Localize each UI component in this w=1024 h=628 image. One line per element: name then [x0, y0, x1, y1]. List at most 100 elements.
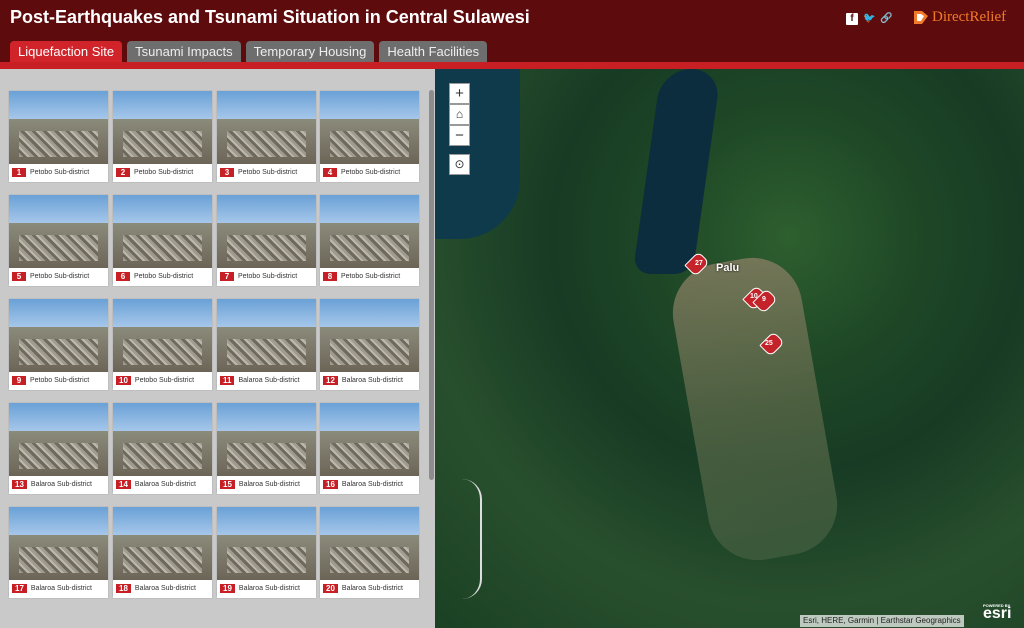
photo-card-15[interactable]: 15 Balaroa Sub-district	[217, 403, 316, 494]
tab-tsunami-impacts[interactable]: Tsunami Impacts	[127, 41, 241, 62]
photo-number-badge: 17	[12, 584, 27, 593]
photo-sky	[9, 91, 108, 121]
photo-location-label: Petobo Sub-district	[134, 273, 194, 280]
coastline	[435, 479, 482, 599]
photo-card-4[interactable]: 4 Petobo Sub-district	[320, 91, 419, 182]
photo-caption: 6 Petobo Sub-district	[116, 272, 193, 281]
map-panel[interactable]: + ⌂ − ⊙ 27 10 9 25 Palu Esri, HERE, Garm…	[435, 69, 1024, 628]
photo-location-label: Petobo Sub-district	[30, 377, 90, 384]
photo-card-8[interactable]: 8 Petobo Sub-district	[320, 195, 419, 286]
photo-sky	[113, 195, 212, 225]
photo-location-label: Balaroa Sub-district	[238, 481, 300, 488]
photo-rubble	[226, 339, 307, 365]
photo-location-label: Balaroa Sub-district	[341, 377, 403, 384]
photo-sky	[320, 299, 419, 329]
photo-location-label: Balaroa Sub-district	[341, 585, 403, 592]
photo-card-18[interactable]: 18 Balaroa Sub-district	[113, 507, 212, 598]
photo-caption: 2 Petobo Sub-district	[116, 168, 193, 177]
photo-rubble	[122, 235, 203, 261]
photo-card-19[interactable]: 19 Balaroa Sub-district	[217, 507, 316, 598]
photo-sky	[217, 507, 316, 537]
photo-thumbnail	[9, 195, 108, 268]
tab-health-facilities[interactable]: Health Facilities	[379, 41, 488, 62]
photo-sky	[217, 91, 316, 121]
palu-bay	[632, 69, 722, 274]
photo-thumbnail	[9, 507, 108, 580]
photo-number-badge: 9	[12, 376, 26, 385]
photo-thumbnail	[217, 507, 316, 580]
photo-card-2[interactable]: 2 Petobo Sub-district	[113, 91, 212, 182]
locate-button[interactable]: ⊙	[449, 154, 470, 175]
zoom-out-button[interactable]: −	[449, 125, 470, 146]
photo-thumbnail	[320, 195, 419, 268]
link-icon[interactable]: 🔗	[880, 13, 892, 25]
photo-card-10[interactable]: 10 Petobo Sub-district	[113, 299, 212, 390]
photo-thumbnail	[320, 403, 419, 476]
twitter-icon[interactable]: 🐦	[863, 13, 875, 25]
photo-location-label: Balaroa Sub-district	[30, 481, 92, 488]
photo-card-14[interactable]: 14 Balaroa Sub-district	[113, 403, 212, 494]
photo-rubble	[329, 131, 410, 157]
photo-card-17[interactable]: 17 Balaroa Sub-district	[9, 507, 108, 598]
photo-rubble	[18, 547, 99, 573]
photo-sky	[9, 195, 108, 225]
photo-rubble	[122, 443, 203, 469]
photo-card-1[interactable]: 1 Petobo Sub-district	[9, 91, 108, 182]
photo-rubble	[226, 131, 307, 157]
home-button[interactable]: ⌂	[449, 104, 470, 125]
photo-card-13[interactable]: 13 Balaroa Sub-district	[9, 403, 108, 494]
page-title: Post-Earthquakes and Tsunami Situation i…	[10, 7, 530, 27]
photo-card-6[interactable]: 6 Petobo Sub-district	[113, 195, 212, 286]
photo-card-3[interactable]: 3 Petobo Sub-district	[217, 91, 316, 182]
social-links: f 🐦 🔗	[846, 13, 892, 25]
photo-sky	[320, 195, 419, 225]
photo-caption: 20 Balaroa Sub-district	[323, 584, 403, 593]
photo-card-16[interactable]: 16 Balaroa Sub-district	[320, 403, 419, 494]
photo-thumbnail	[217, 403, 316, 476]
photo-card-5[interactable]: 5 Petobo Sub-district	[9, 195, 108, 286]
photo-number-badge: 10	[116, 376, 131, 385]
photo-sky	[217, 299, 316, 329]
photo-card-12[interactable]: 12 Balaroa Sub-district	[320, 299, 419, 390]
photo-thumbnail	[320, 507, 419, 580]
photo-number-badge: 16	[323, 480, 338, 489]
photo-number-badge: 8	[323, 272, 337, 281]
photo-rubble	[329, 339, 410, 365]
facebook-icon[interactable]: f	[846, 13, 858, 25]
photo-card-7[interactable]: 7 Petobo Sub-district	[217, 195, 316, 286]
direct-relief-logo[interactable]: DirectRelief	[912, 9, 1006, 26]
photo-thumbnail	[217, 299, 316, 372]
photo-caption: 3 Petobo Sub-district	[220, 168, 297, 177]
photo-rubble	[18, 235, 99, 261]
photo-rubble	[226, 443, 307, 469]
photo-rubble	[329, 547, 410, 573]
tab-temporary-housing[interactable]: Temporary Housing	[245, 41, 375, 62]
photo-caption: 9 Petobo Sub-district	[12, 376, 89, 385]
app-header: Post-Earthquakes and Tsunami Situation i…	[0, 0, 1024, 66]
photo-rubble	[122, 131, 203, 157]
photo-number-badge: 1	[12, 168, 26, 177]
zoom-in-button[interactable]: +	[449, 83, 470, 104]
photo-rubble	[226, 235, 307, 261]
photo-sky	[217, 403, 316, 433]
photo-thumbnail	[113, 91, 212, 164]
photo-number-badge: 20	[323, 584, 338, 593]
photo-card-20[interactable]: 20 Balaroa Sub-district	[320, 507, 419, 598]
photo-rubble	[18, 131, 99, 157]
gallery-scrollbar[interactable]	[429, 90, 434, 480]
photo-caption: 5 Petobo Sub-district	[12, 272, 89, 281]
photo-location-label: Petobo Sub-district	[341, 273, 401, 280]
photo-caption: 18 Balaroa Sub-district	[116, 584, 196, 593]
photo-number-badge: 4	[323, 168, 337, 177]
photo-thumbnail	[217, 195, 316, 268]
photo-rubble	[18, 443, 99, 469]
photo-caption: 7 Petobo Sub-district	[220, 272, 297, 281]
tab-liquefaction-site[interactable]: Liquefaction Site	[10, 41, 123, 62]
photo-card-9[interactable]: 9 Petobo Sub-district	[9, 299, 108, 390]
photo-location-label: Petobo Sub-district	[134, 377, 195, 384]
photo-sky	[320, 91, 419, 121]
photo-number-badge: 2	[116, 168, 130, 177]
photo-number-badge: 15	[220, 480, 235, 489]
map-attribution: Esri, HERE, Garmin | Earthstar Geographi…	[800, 615, 964, 627]
photo-card-11[interactable]: 11 Balaroa Sub-district	[217, 299, 316, 390]
